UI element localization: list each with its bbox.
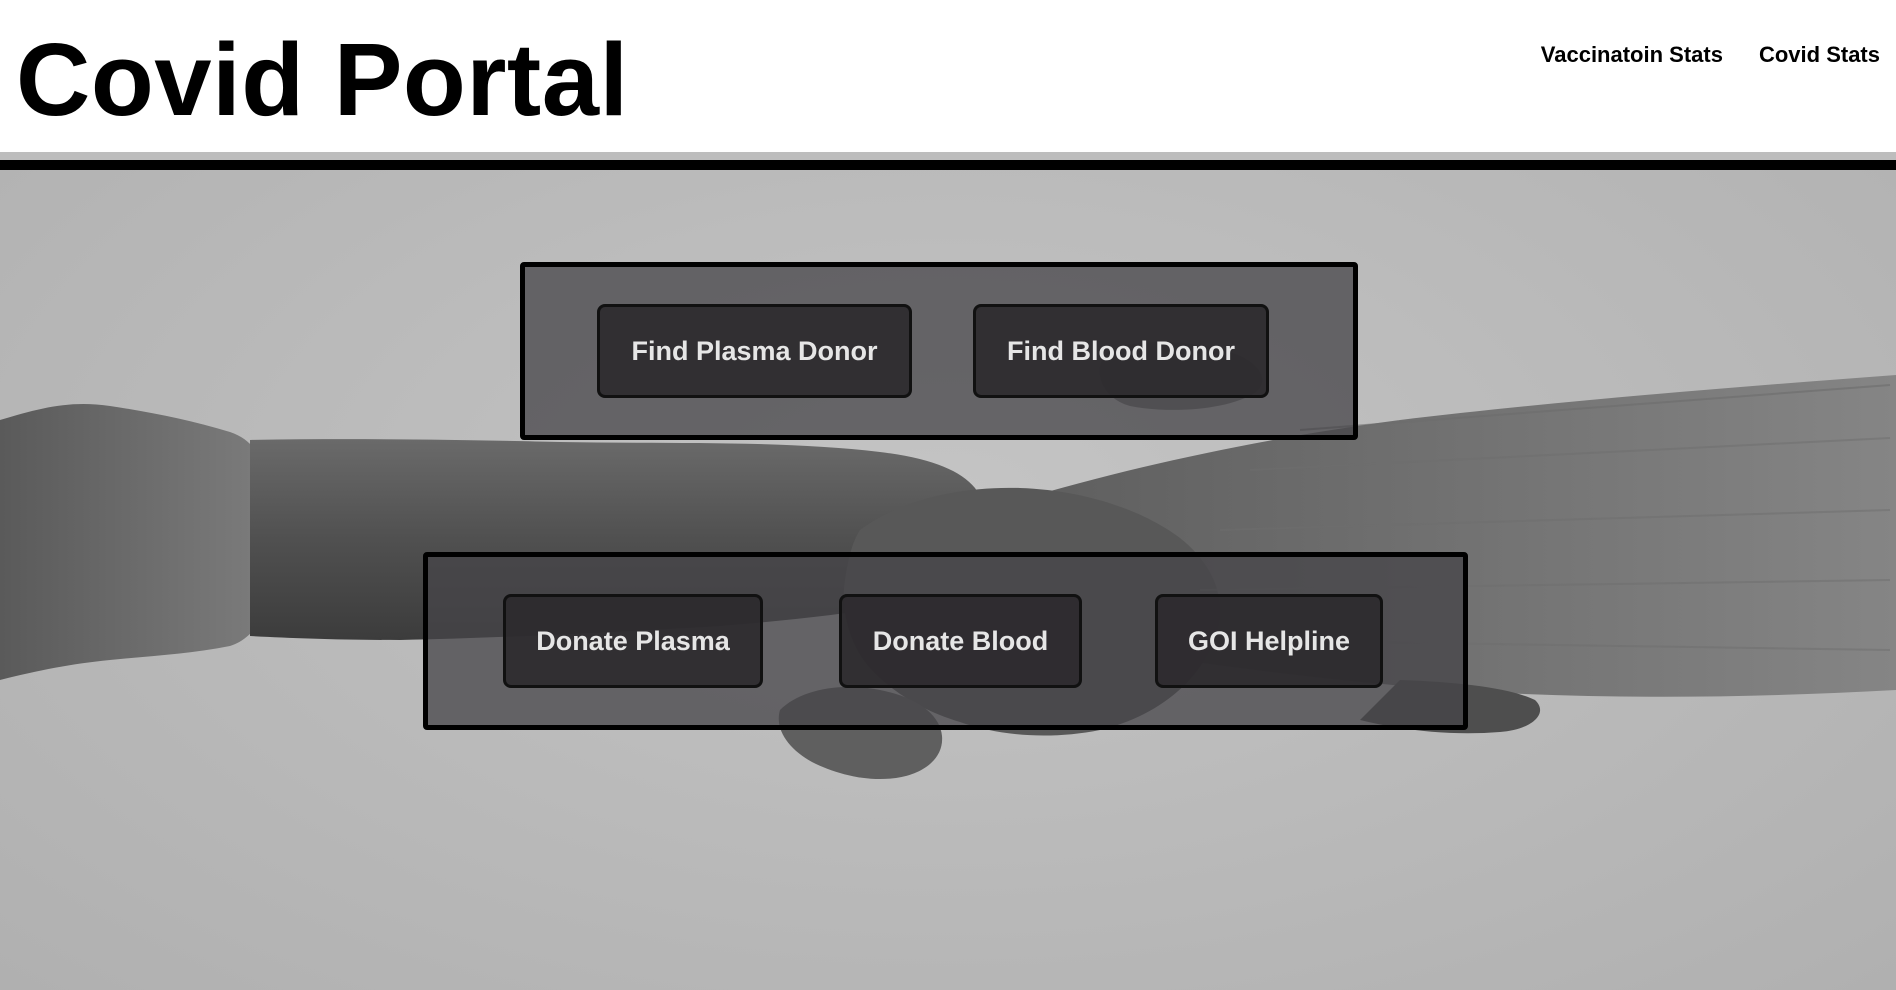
site-header: Covid Portal Vaccinatoin Stats Covid Sta…	[0, 0, 1896, 170]
top-nav: Vaccinatoin Stats Covid Stats	[1541, 42, 1880, 68]
site-title: Covid Portal	[16, 22, 629, 137]
donate-blood-button[interactable]: Donate Blood	[839, 594, 1082, 688]
find-blood-donor-button[interactable]: Find Blood Donor	[973, 304, 1269, 398]
find-plasma-donor-button[interactable]: Find Plasma Donor	[597, 304, 912, 398]
hero-section: Find Plasma Donor Find Blood Donor Donat…	[0, 170, 1896, 990]
goi-helpline-button[interactable]: GOI Helpline	[1155, 594, 1383, 688]
nav-link-covid-stats[interactable]: Covid Stats	[1759, 42, 1880, 68]
header-divider-rule	[0, 160, 1896, 170]
donate-plasma-button[interactable]: Donate Plasma	[503, 594, 763, 688]
find-donor-panel: Find Plasma Donor Find Blood Donor	[520, 262, 1358, 440]
donate-panel: Donate Plasma Donate Blood GOI Helpline	[423, 552, 1468, 730]
nav-link-vaccination-stats[interactable]: Vaccinatoin Stats	[1541, 42, 1723, 68]
